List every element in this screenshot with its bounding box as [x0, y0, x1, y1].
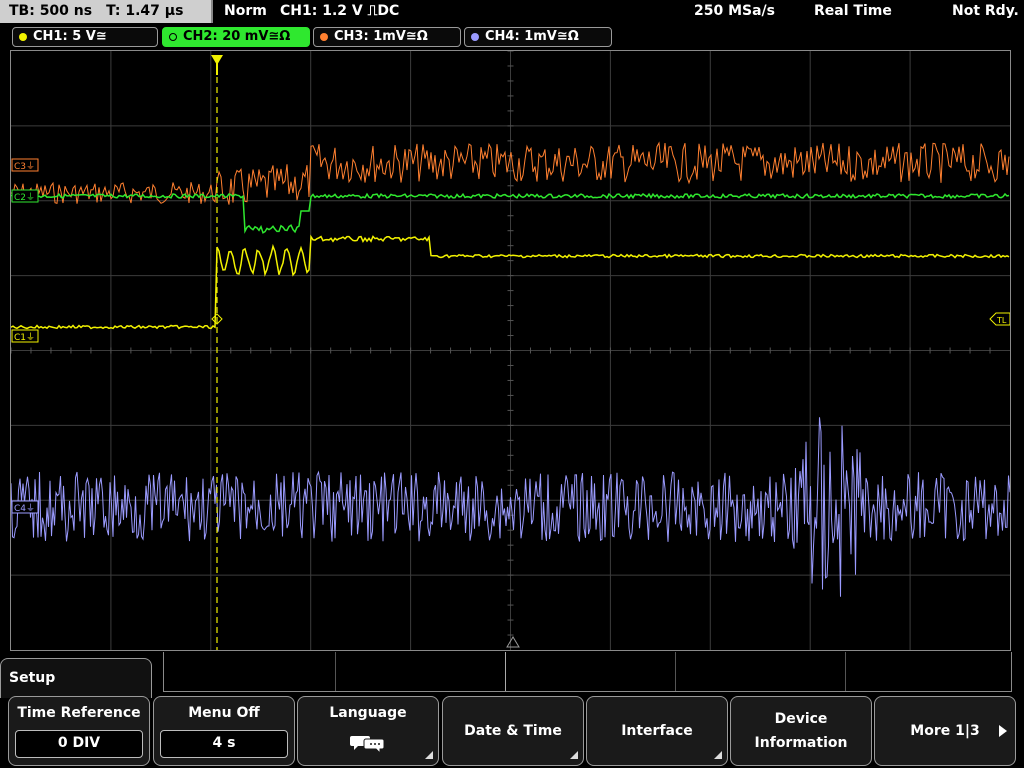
menu-off-value[interactable]: 4 s [160, 730, 288, 758]
trigger-level-marker[interactable]: TL [989, 312, 1011, 326]
zoom-strip-center [505, 652, 506, 691]
acquisition-mode: Real Time [814, 3, 892, 19]
date-time-softkey[interactable]: Date & Time [442, 696, 584, 766]
interface-softkey[interactable]: Interface [586, 696, 728, 766]
ch4-marker-label: C4⏚ [14, 503, 35, 514]
menu-off-softkey[interactable]: Menu Off 4 s [153, 696, 295, 766]
next-page-arrow-icon [999, 725, 1007, 737]
ch2-offset-marker[interactable]: C2⏚ [11, 189, 39, 203]
channel-label: CH4: 1mV≅Ω [485, 29, 579, 44]
softkey-label: Language [329, 705, 407, 721]
softkey-label: Device [774, 711, 828, 727]
zoom-strip-divider [845, 652, 846, 691]
menu-title-tab: Setup [0, 658, 152, 698]
ch3-offset-marker[interactable]: C3⏚ [11, 158, 39, 172]
menu-title: Setup [9, 670, 56, 686]
softkey-bar: Time Reference 0 DIV Menu Off 4 s Langua… [0, 696, 1024, 768]
submenu-corner-icon [425, 751, 433, 759]
trigger-source[interactable]: CH1: 1.2 V ⎍DC [280, 0, 399, 23]
ch1-marker-label: C1⏚ [14, 332, 35, 343]
trigger-time-value: T: 1.47 µs [106, 3, 184, 19]
graticule [10, 50, 1010, 650]
trigger-position-marker[interactable]: T [211, 55, 223, 75]
sample-rate: 250 MSa/s [694, 3, 776, 19]
ch1-indicator-icon [19, 33, 27, 41]
more-softkey[interactable]: More 1|3 [874, 696, 1016, 766]
submenu-corner-icon [570, 751, 578, 759]
channel-tab-ch2[interactable]: CH2: 20 mV≅Ω [162, 27, 310, 47]
time-reference-softkey[interactable]: Time Reference 0 DIV [8, 696, 150, 766]
channel-label: CH2: 20 mV≅Ω [183, 29, 291, 44]
ch4-indicator-icon [471, 33, 479, 41]
softkey-label: Date & Time [464, 723, 562, 739]
channel-label: CH1: 5 V≅ [33, 29, 107, 44]
channel-tab-ch1[interactable]: CH1: 5 V≅ [12, 27, 158, 47]
channel-tab-ch3[interactable]: CH3: 1mV≅Ω [313, 27, 461, 47]
speech-bubbles-icon [350, 736, 385, 753]
timebase-value: TB: 500 ns [9, 3, 93, 19]
softkey-label: Time Reference [17, 705, 141, 721]
softkey-label: More 1|3 [910, 723, 980, 739]
ch3-indicator-icon [320, 33, 328, 41]
ch3-marker-label: C3⏚ [14, 161, 35, 172]
channel-label: CH3: 1mV≅Ω [334, 29, 428, 44]
channel-bar: CH1: 5 V≅ CH2: 20 mV≅Ω CH3: 1mV≅Ω CH4: 1… [0, 25, 1024, 49]
zoom-strip-divider [675, 652, 676, 691]
time-reference-icon [506, 636, 520, 648]
zoom-strip-divider [335, 652, 336, 691]
trigger-mode[interactable]: Norm [224, 0, 267, 23]
ch4-offset-marker[interactable]: C4⏚ [11, 500, 39, 514]
trigger-level-label: TL [996, 316, 1007, 325]
ch2-marker-label: C2⏚ [14, 192, 35, 203]
acquisition-status: Not Rdy. [952, 3, 1019, 19]
zoom-overview-strip[interactable] [163, 652, 1012, 692]
time-reference-value[interactable]: 0 DIV [15, 730, 143, 758]
timebase-box[interactable]: TB: 500 ns T: 1.47 µs [0, 0, 213, 23]
waveform-display[interactable]: T TL C1⏚ C3⏚ C2⏚ C4⏚ [10, 50, 1011, 651]
waveform-canvas: T TL C1⏚ C3⏚ C2⏚ C4⏚ [10, 50, 1011, 650]
ch2-indicator-icon [169, 33, 177, 41]
ch1-offset-marker[interactable]: C1⏚ [11, 329, 39, 343]
device-information-softkey[interactable]: Device Information [730, 696, 872, 766]
softkey-label: Menu Off [188, 705, 260, 721]
channel-tab-ch4[interactable]: CH4: 1mV≅Ω [464, 27, 612, 47]
softkey-label: Interface [621, 723, 693, 739]
softkey-label-line2: Information [754, 735, 848, 751]
language-softkey[interactable]: Language [297, 696, 439, 766]
status-bar: TB: 500 ns T: 1.47 µs Norm CH1: 1.2 V ⎍DC… [0, 0, 1024, 24]
submenu-corner-icon [714, 751, 722, 759]
